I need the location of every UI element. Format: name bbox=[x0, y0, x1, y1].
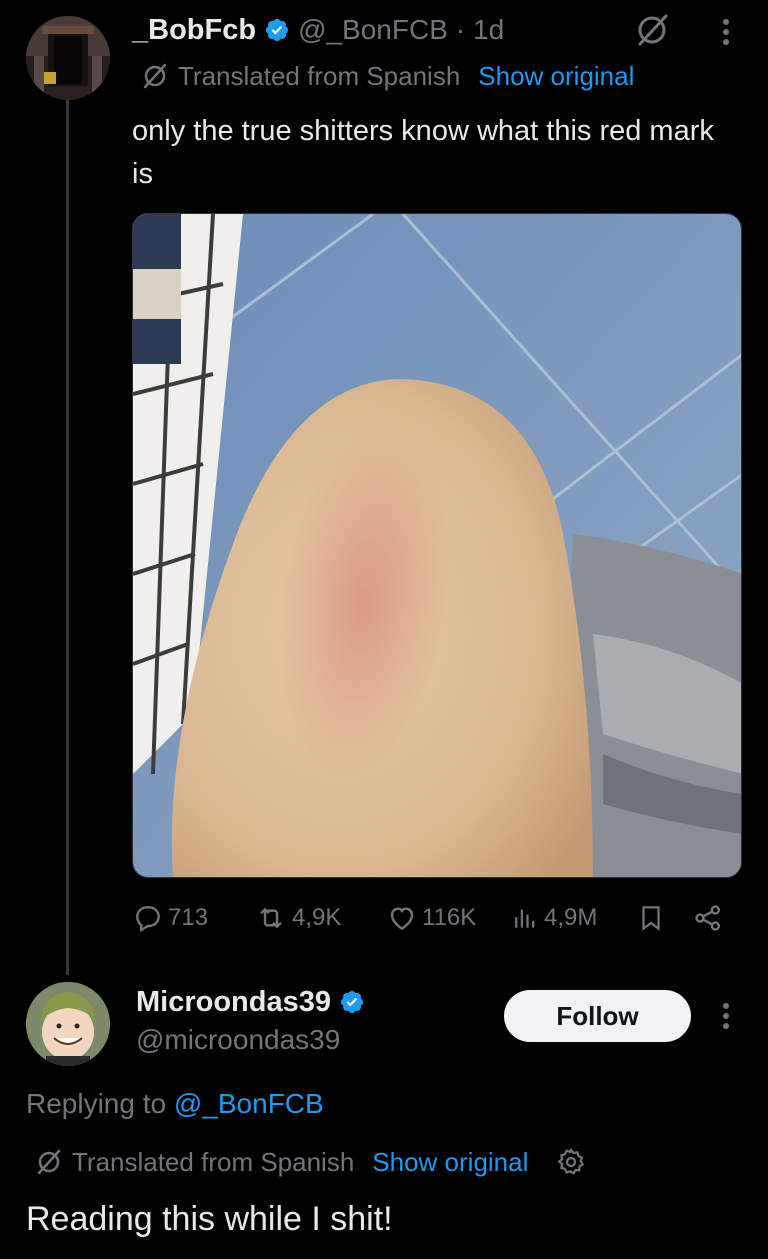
share-icon bbox=[695, 905, 720, 931]
like-count: 116K bbox=[422, 904, 477, 931]
translate-icon bbox=[37, 1149, 61, 1175]
show-original-link[interactable]: Show original bbox=[372, 1147, 528, 1178]
replying-to-mention[interactable]: @_BonFCB bbox=[174, 1088, 324, 1119]
author-avatar[interactable] bbox=[26, 16, 110, 100]
bookmark-button[interactable] bbox=[636, 898, 666, 938]
settings-gear-icon[interactable] bbox=[556, 1147, 586, 1177]
reply-author-handle[interactable]: @microondas39 bbox=[136, 1024, 373, 1056]
verified-badge-icon bbox=[265, 18, 289, 42]
translation-notice: Translated from Spanish Show original bbox=[142, 58, 634, 94]
thread-connector-line bbox=[66, 100, 69, 975]
reply-count: 713 bbox=[168, 904, 209, 931]
reply-text: Reading this while I shit! bbox=[26, 1200, 393, 1238]
follow-button[interactable]: Follow bbox=[504, 990, 691, 1042]
author-handle[interactable]: @_BonFCB bbox=[298, 14, 448, 46]
tweet-header: _BobFcb @_BonFCB · 1d bbox=[132, 10, 504, 50]
bookmark-icon bbox=[642, 906, 660, 931]
reply-author-avatar[interactable] bbox=[26, 982, 110, 1066]
replying-to-line: Replying to @_BonFCB bbox=[26, 1088, 324, 1120]
reply-author-display-name[interactable]: Microondas39 bbox=[136, 986, 331, 1019]
grok-translate-icon[interactable] bbox=[634, 12, 670, 48]
more-options-icon[interactable] bbox=[714, 14, 738, 50]
like-button[interactable]: 116K bbox=[386, 898, 476, 938]
translated-label: Translated from Spanish bbox=[72, 1146, 355, 1177]
show-original-link[interactable]: Show original bbox=[478, 61, 634, 92]
reply-translation-notice: Translated from Spanish Show original bbox=[36, 1144, 586, 1180]
translated-label: Translated from Spanish bbox=[178, 60, 461, 91]
retweet-button[interactable]: 4,9K bbox=[254, 898, 341, 938]
like-icon bbox=[390, 907, 414, 931]
views-count: 4,9M bbox=[544, 904, 598, 931]
views-icon bbox=[515, 909, 535, 928]
retweet-count: 4,9K bbox=[292, 904, 342, 931]
tweet-timestamp[interactable]: · 1d bbox=[456, 14, 504, 46]
tweet-text: only the true shitters know what this re… bbox=[132, 115, 714, 190]
views-button[interactable]: 4,9M bbox=[510, 898, 597, 938]
replying-to-label: Replying to bbox=[26, 1088, 167, 1119]
translate-icon bbox=[143, 63, 167, 89]
reply-button[interactable]: 713 bbox=[132, 898, 208, 938]
tweet-photo[interactable] bbox=[132, 213, 742, 878]
retweet-icon bbox=[260, 907, 282, 929]
share-button[interactable] bbox=[692, 898, 724, 938]
tweet-action-bar: 713 4,9K 116K 4,9M bbox=[132, 898, 732, 938]
more-options-icon[interactable] bbox=[714, 998, 738, 1034]
reply-icon bbox=[136, 906, 160, 933]
reply-header: Microondas39 @microondas39 bbox=[136, 984, 373, 1056]
author-display-name[interactable]: _BobFcb bbox=[132, 14, 256, 47]
verified-badge-icon bbox=[340, 990, 364, 1014]
